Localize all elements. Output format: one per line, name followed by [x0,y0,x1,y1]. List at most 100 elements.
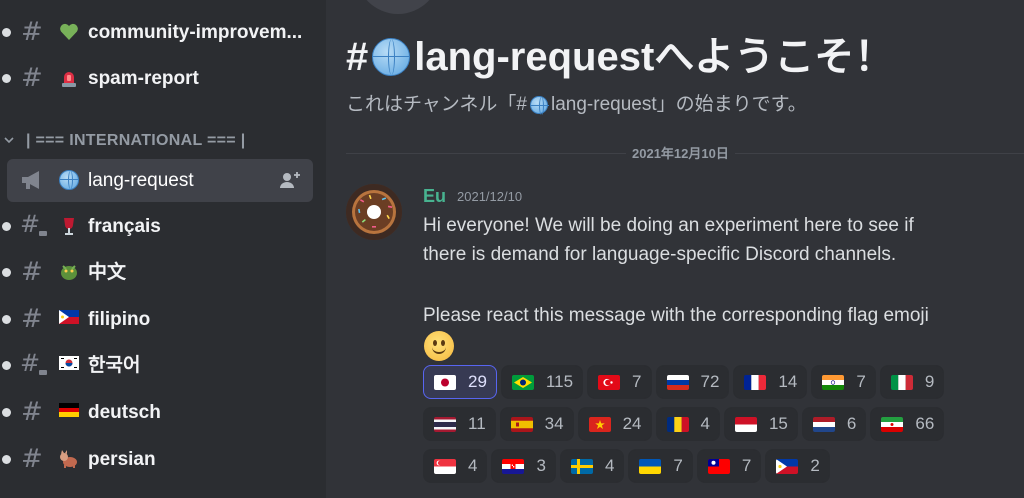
reaction-es[interactable]: 34 [499,407,574,441]
avatar[interactable] [346,184,402,240]
reaction-tr[interactable]: 7 [587,365,652,399]
reaction-ph[interactable]: 2 [765,449,830,483]
channel-chinese[interactable]: # 中文 [2,251,313,294]
message-line: Please react this message with the corre… [423,305,929,326]
reaction-se[interactable]: 4 [559,449,625,483]
reaction-vn[interactable]: 24 [577,407,652,441]
reaction-br[interactable]: 115 [500,365,584,399]
message-author[interactable]: Eu [423,185,446,207]
reaction-count: 24 [622,414,642,433]
flag-kr-icon [59,355,79,375]
message-line: Hi everyone! We will be doing an experim… [423,215,914,236]
reaction-it[interactable]: 9 [879,365,945,399]
channel-label: lang-request [88,170,194,191]
reaction-row: 4 3 4 7 7 2 [423,449,834,483]
announcement-icon [19,169,49,191]
hash-icon: # [21,304,43,334]
reaction-count: 66 [915,414,935,433]
message-pane: # lang-request へようこそ！ これはチャンネル「# lang-re… [326,0,1024,498]
flag-br-icon [511,374,534,390]
reaction-count: 14 [778,372,798,391]
channel-sidebar: # community-improvem... # spam-report | … [0,0,326,498]
reaction-count: 34 [544,414,564,433]
reaction-count: 11 [468,414,486,433]
flag-de-icon [59,402,79,422]
category-international[interactable]: | === INTERNATIONAL === | [0,130,245,152]
channel-lang-request[interactable]: lang-request [7,159,313,202]
reaction-count: 72 [700,372,720,391]
cat-icon [59,449,79,469]
reaction-nl[interactable]: 6 [801,407,867,441]
reaction-ua[interactable]: 7 [628,449,693,483]
reaction-count: 7 [632,372,642,391]
flag-sg-icon [434,458,456,474]
create-invite-icon[interactable] [279,170,301,190]
message-line: there is demand for language-specific Di… [423,244,897,265]
channel-label: community-improvem... [88,22,303,43]
unread-indicator [2,28,11,37]
category-label: | === INTERNATIONAL === | [26,132,246,149]
flag-tr-icon [598,374,621,390]
flag-vn-icon [588,416,611,432]
reaction-sg[interactable]: 4 [423,449,488,483]
channel-persian[interactable]: # persian [2,438,313,481]
reaction-count: 4 [468,456,478,475]
subtitle-prefix: これはチャンネル「# [346,94,527,115]
reaction-hr[interactable]: 3 [491,449,556,483]
reaction-count: 7 [673,456,683,475]
reaction-id[interactable]: 15 [723,407,798,441]
flag-ph-icon [59,309,79,329]
reaction-ru[interactable]: 72 [655,365,730,399]
reaction-count: 9 [924,372,935,391]
reaction-count: 4 [604,456,615,475]
channel-label: 中文 [88,262,127,283]
flag-id-icon [734,416,757,432]
reaction-row: 29 115 7 72 14 7 9 [423,365,948,399]
reaction-in[interactable]: 7 [811,365,876,399]
channel-label: deutsch [88,402,161,423]
flag-se-icon [570,458,593,474]
flag-ru-icon [666,374,689,390]
reaction-count: 15 [768,414,788,433]
reaction-count: 4 [700,414,710,433]
flag-hr-icon [502,458,525,474]
globe-icon [530,96,549,115]
welcome-prefix: # [346,35,369,79]
hash-icon: # [21,444,43,474]
reaction-fr[interactable]: 14 [733,365,808,399]
reaction-count: 7 [741,456,752,475]
reaction-ro[interactable]: 4 [655,407,720,441]
channel-label: 한국어 [88,355,141,376]
reaction-th[interactable]: 11 [423,407,496,441]
channel-deutsch[interactable]: # deutsch [2,391,313,434]
reaction-count: 115 [545,372,574,391]
reaction-count: 2 [810,456,820,475]
flag-th-icon [434,416,456,432]
hash-icon: # [21,257,43,287]
welcome-heading: # lang-request へようこそ！ [346,30,894,84]
hash-icon: # [21,397,43,427]
channel-community-improvement[interactable]: # community-improvem... [2,11,313,54]
welcome-suffix: へようこそ！ [654,35,895,79]
channel-filipino[interactable]: # filipino [2,298,313,341]
reaction-ir[interactable]: 66 [870,407,945,441]
reaction-count: 6 [846,414,857,433]
reaction-jp[interactable]: 29 [423,365,497,399]
reaction-tw[interactable]: 7 [696,449,762,483]
subtitle-channel: lang-request [551,94,657,115]
channel-korean[interactable]: # 한국어 [2,344,313,387]
channel-spam-report[interactable]: # spam-report [2,57,313,100]
channel-francais[interactable]: # français [2,205,313,248]
flag-ua-icon [639,458,662,474]
channel-label: filipino [88,309,151,330]
siren-icon [59,68,79,88]
unread-indicator [2,74,11,83]
flag-in-icon [822,374,845,390]
date-divider: 2021年12月10日 [626,145,735,162]
flag-ir-icon [881,416,904,432]
reaction-row: 11 34 24 4 15 6 66 [423,407,948,441]
channel-label: spam-report [88,68,199,89]
welcome-channel: lang-request [414,35,655,79]
channel-start-subtitle: これはチャンネル「# lang-request 」の始まりです。 [346,92,807,118]
flag-ro-icon [666,416,689,432]
